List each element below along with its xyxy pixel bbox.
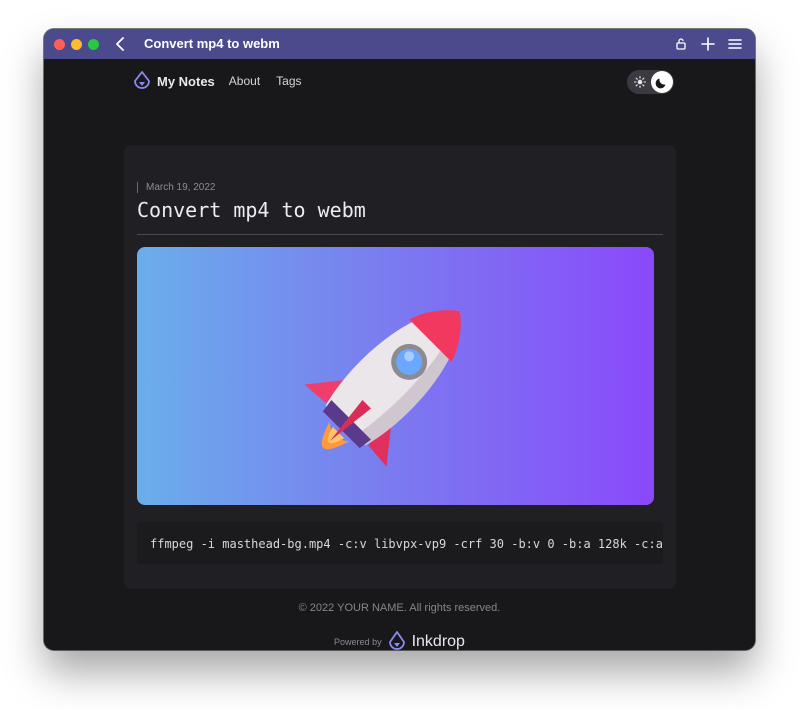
chevron-left-icon (116, 37, 124, 51)
hero-image (137, 247, 654, 505)
plus-icon (701, 37, 715, 51)
title-divider (137, 234, 663, 235)
zoom-window-button[interactable] (88, 39, 99, 50)
post-title: Convert mp4 to webm (137, 198, 366, 222)
moon-icon (655, 78, 666, 89)
lock-button[interactable] (672, 35, 690, 53)
rocket-icon (304, 310, 461, 467)
window-title: Convert mp4 to webm (144, 36, 280, 51)
minimize-window-button[interactable] (71, 39, 82, 50)
page-content: My Notes About Tags March 19, 2022 Conve… (44, 59, 755, 650)
brand-link[interactable]: My Notes (157, 74, 215, 89)
titlebar: Convert mp4 to webm (44, 29, 755, 59)
code-text: ffmpeg -i masthead-bg.mp4 -c:v libvpx-vp… (150, 537, 663, 551)
nav-link-tags[interactable]: Tags (276, 74, 301, 88)
close-window-button[interactable] (54, 39, 65, 50)
sun-icon (633, 75, 647, 89)
footer-copyright: © 2022 YOUR NAME. All rights reserved. (298, 602, 501, 614)
hamburger-menu-icon (728, 39, 742, 49)
post-card: March 19, 2022 Convert mp4 to webm ffmpe… (125, 146, 675, 588)
menu-button[interactable] (726, 35, 744, 53)
post-date: March 19, 2022 (137, 182, 216, 193)
inkdrop-logo-icon (134, 71, 150, 89)
new-note-button[interactable] (699, 35, 717, 53)
site-nav: My Notes About Tags (133, 69, 318, 93)
powered-by-label: Powered by (334, 636, 382, 647)
lock-icon (676, 38, 686, 50)
code-block[interactable]: ffmpeg -i masthead-bg.mp4 -c:v libvpx-vp… (137, 522, 663, 564)
theme-toggle[interactable] (627, 70, 674, 94)
inkdrop-logo-icon (388, 631, 405, 650)
app-window: Convert mp4 to webm My Notes About Tags … (44, 29, 755, 650)
back-button[interactable] (112, 35, 128, 53)
powered-by-inkdrop: Inkdrop (411, 632, 465, 650)
nav-link-about[interactable]: About (229, 74, 260, 88)
theme-toggle-knob (651, 71, 673, 93)
powered-by[interactable]: Powered by Inkdrop (44, 631, 755, 650)
